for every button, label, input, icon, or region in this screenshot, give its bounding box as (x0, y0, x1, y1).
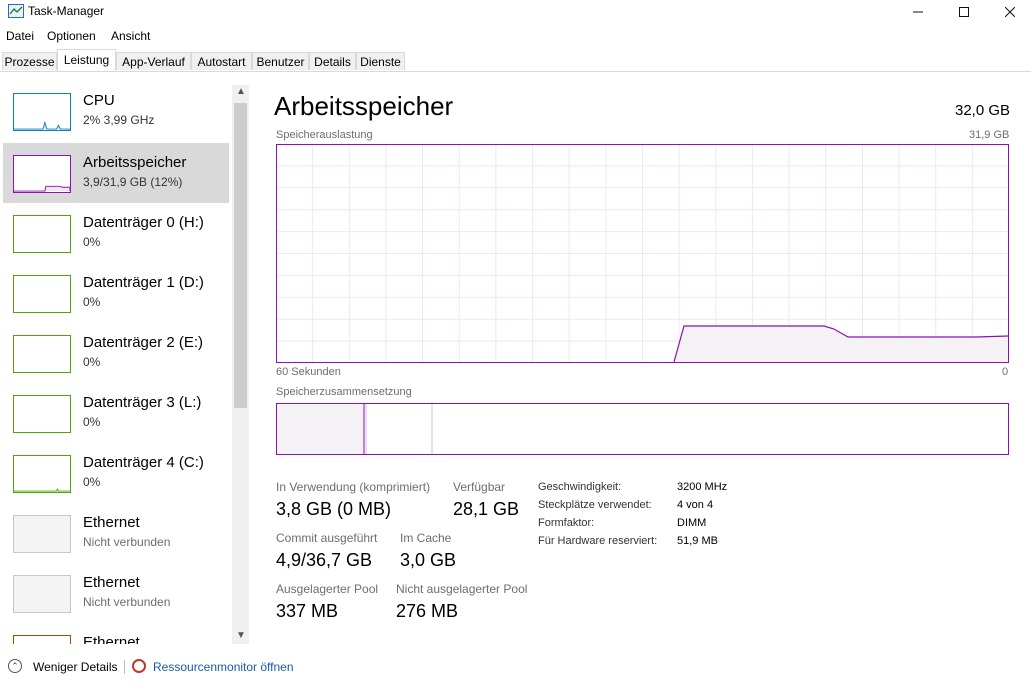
tab-prozesse[interactable]: Prozesse (2, 52, 57, 70)
memory-thumbnail (13, 155, 71, 193)
sidebar-item-title: Ethernet (83, 514, 140, 531)
sidebar-item-title: Arbeitsspeicher (83, 154, 187, 171)
hw-reserved-label: Für Hardware reserviert: (538, 535, 658, 547)
sidebar-item-datentraeger-0[interactable]: Datenträger 0 (H:) 0% (3, 203, 229, 263)
nonpaged-pool-label: Nicht ausgelagerter Pool (396, 582, 528, 596)
chevron-up-icon[interactable]: ⌃ (8, 659, 22, 673)
fewer-details-button[interactable]: Weniger Details (33, 660, 117, 674)
disk-thumbnail (13, 275, 71, 313)
paged-pool-label: Ausgelagerter Pool (276, 582, 379, 596)
disk-thumbnail (13, 335, 71, 373)
sidebar-item-title: Datenträger 4 (C:) (83, 454, 204, 471)
sidebar-item-subtitle: 0% (83, 415, 101, 429)
cached-label: Im Cache (400, 531, 452, 545)
available-value: 28,1 GB (453, 499, 520, 519)
total-memory: 32,0 GB (955, 102, 1011, 119)
tab-dienste[interactable]: Dienste (356, 52, 405, 70)
sidebar-item-arbeitsspeicher[interactable]: Arbeitsspeicher 3,9/31,9 GB (12%) (3, 143, 229, 203)
page-title: Arbeitsspeicher (274, 91, 454, 121)
ethernet-thumbnail (13, 635, 71, 644)
disk-thumbnail (13, 215, 71, 253)
sidebar-item-ethernet-3[interactable]: Ethernet (3, 623, 229, 644)
sidebar-item-ethernet-2[interactable]: Ethernet Nicht verbunden (3, 563, 229, 623)
sidebar-item-subtitle: 3,9/31,9 GB (12%) (83, 175, 183, 189)
sidebar-item-title: Datenträger 3 (L:) (83, 394, 202, 411)
sidebar-item-subtitle: Nicht verbunden (83, 535, 171, 549)
minimize-icon (913, 11, 923, 13)
speed-value: 3200 MHz (677, 481, 728, 493)
menu-ansicht[interactable]: Ansicht (111, 29, 150, 43)
disk-thumbnail (13, 455, 71, 493)
footer-divider (124, 660, 125, 674)
usage-chart-label: Speicherauslastung (276, 129, 373, 141)
sidebar-item-datentraeger-3[interactable]: Datenträger 3 (L:) 0% (3, 383, 229, 443)
scroll-up-icon[interactable]: ▲ (236, 86, 246, 97)
sidebar-item-ethernet-1[interactable]: Ethernet Nicht verbunden (3, 503, 229, 563)
disk-thumbnail (13, 395, 71, 433)
commit-label: Commit ausgeführt (276, 531, 378, 545)
sidebar-item-title: Datenträger 2 (E:) (83, 334, 204, 351)
slots-label: Steckplätze verwendet: (538, 499, 652, 511)
maximize-button[interactable] (941, 0, 987, 24)
tab-benutzer[interactable]: Benutzer (252, 52, 309, 70)
composition-label: Speicherzusammensetzung (276, 386, 412, 398)
nonpaged-pool-value: 276 MB (396, 601, 459, 621)
tab-app-verlauf[interactable]: App-Verlauf (116, 52, 191, 70)
sidebar-item-subtitle: 2% 3,99 GHz (83, 113, 155, 127)
in-use-segment (277, 404, 364, 454)
maximize-icon (959, 7, 969, 17)
sidebar-item-title: Datenträger 0 (H:) (83, 214, 204, 231)
sidebar-item-subtitle: 0% (83, 355, 101, 369)
scrollbar-thumb[interactable] (234, 103, 247, 408)
slots-value: 4 von 4 (677, 499, 714, 511)
sidebar-item-datentraeger-2[interactable]: Datenträger 2 (E:) 0% (3, 323, 229, 383)
sidebar-item-title: CPU (83, 92, 115, 109)
in-use-value: 3,8 GB (0 MB) (276, 499, 392, 519)
sidebar-item-datentraeger-1[interactable]: Datenträger 1 (D:) 0% (3, 263, 229, 323)
commit-value: 4,9/36,7 GB (276, 550, 373, 570)
title-bar: Task-Manager (0, 0, 1031, 24)
tab-details[interactable]: Details (309, 52, 356, 70)
hw-reserved-value: 51,9 MB (677, 535, 718, 547)
sidebar-item-title: Ethernet (83, 634, 140, 644)
cached-value: 3,0 GB (400, 550, 457, 570)
minimize-button[interactable] (895, 0, 941, 24)
sidebar-item-subtitle: 0% (83, 295, 101, 309)
sidebar-item-datentraeger-4[interactable]: Datenträger 4 (C:) 0% (3, 443, 229, 503)
sidebar-item-subtitle: 0% (83, 235, 101, 249)
task-manager-icon (8, 4, 24, 18)
tab-leistung[interactable]: Leistung (57, 49, 116, 71)
memory-composition-bar (276, 403, 1009, 455)
ethernet-thumbnail (13, 575, 71, 613)
sidebar-item-title: Ethernet (83, 574, 140, 591)
sidebar-item-subtitle: Nicht verbunden (83, 595, 171, 609)
paged-pool-value: 337 MB (276, 601, 339, 621)
x-axis-left: 60 Sekunden (276, 366, 341, 378)
speed-label: Geschwindigkeit: (538, 481, 622, 493)
tab-bar: Prozesse Leistung App-Verlauf Autostart … (0, 49, 1031, 72)
x-axis-right: 0 (1002, 366, 1009, 378)
menu-datei[interactable]: Datei (6, 29, 34, 43)
tab-autostart[interactable]: Autostart (191, 52, 252, 70)
usage-chart-max: 31,9 GB (969, 129, 1010, 141)
resource-monitor-icon[interactable] (132, 659, 146, 673)
sidebar-item-subtitle: 0% (83, 475, 101, 489)
form-factor-value: DIMM (677, 517, 707, 529)
sidebar-item-title: Datenträger 1 (D:) (83, 274, 204, 291)
resource-monitor-link[interactable]: Ressourcenmonitor öffnen (153, 660, 294, 674)
scroll-down-icon[interactable]: ▼ (236, 630, 246, 641)
sidebar: CPU 2% 3,99 GHz Arbeitsspeicher 3,9/31,9… (0, 81, 249, 644)
sidebar-item-cpu[interactable]: CPU 2% 3,99 GHz (3, 81, 229, 141)
form-factor-label: Formfaktor: (538, 517, 595, 529)
in-use-label: In Verwendung (komprimiert) (276, 480, 431, 494)
memory-usage-chart (276, 144, 1009, 363)
close-button[interactable] (987, 0, 1031, 24)
cpu-thumbnail (13, 93, 71, 131)
close-icon (1005, 7, 1015, 17)
ethernet-thumbnail (13, 515, 71, 553)
menu-optionen[interactable]: Optionen (47, 29, 96, 43)
available-label: Verfügbar (453, 480, 506, 494)
window-title: Task-Manager (28, 4, 105, 18)
